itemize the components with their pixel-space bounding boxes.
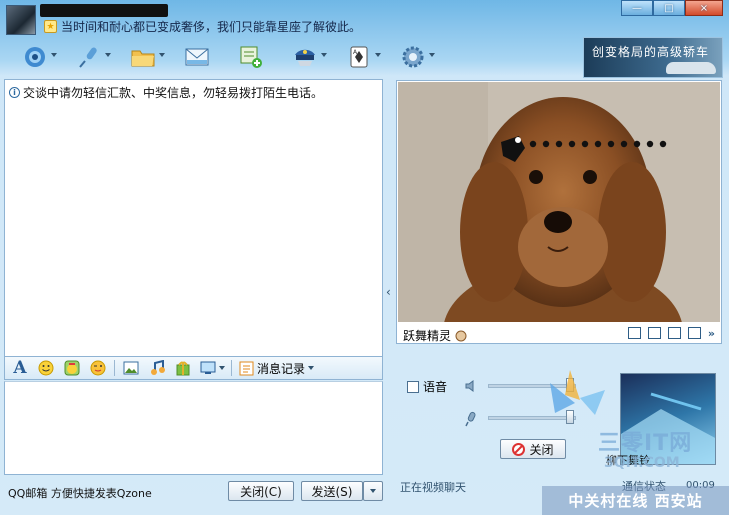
message-history-label: 消息记录: [257, 361, 306, 376]
chevron-down-icon[interactable]: [105, 53, 111, 57]
chevron-down-icon[interactable]: [308, 366, 315, 370]
music-note-icon: [151, 360, 165, 375]
effect-selector[interactable]: 跃舞精灵: [403, 327, 467, 344]
remote-video: [398, 82, 720, 322]
effect-label: 跃舞精灵: [403, 329, 452, 343]
more-icon[interactable]: »: [708, 327, 715, 340]
poodle-video-frame: [398, 82, 720, 322]
info-icon: i: [9, 87, 20, 98]
window-controls: — □ ×: [621, 0, 723, 16]
voice-chat-button[interactable]: [62, 40, 116, 74]
mail-icon: [184, 45, 210, 69]
video-actions: »: [627, 327, 715, 340]
message-input[interactable]: [4, 381, 383, 475]
wink-emoji-button[interactable]: [85, 358, 111, 378]
send-image-button[interactable]: [118, 358, 144, 378]
checkbox-box[interactable]: [407, 380, 419, 393]
fullscreen-icon[interactable]: [667, 327, 681, 339]
send-file-button[interactable]: [116, 40, 170, 74]
ad-banner[interactable]: 创变格局的高级轿车: [583, 37, 723, 78]
expand-icon[interactable]: [647, 327, 661, 339]
watermark-url: 3QIT.COM: [604, 455, 680, 471]
video-chat-button[interactable]: [8, 40, 62, 74]
message-history-button[interactable]: 消息记录: [239, 360, 315, 377]
screenshot-button[interactable]: [196, 358, 228, 378]
microphone-icon: [465, 411, 476, 427]
gift-icon: [176, 361, 190, 376]
stop-icon: [512, 442, 526, 456]
video-panel: 跃舞精灵 »: [396, 80, 722, 344]
chevron-down-icon[interactable]: [429, 53, 435, 57]
message-history-pane[interactable]: i 交谈中请勿轻信汇款、中奖信息，勿轻易拨打陌生电话。: [4, 79, 383, 357]
magic-face-icon: [64, 360, 80, 376]
voice-checkbox[interactable]: 语音: [407, 378, 447, 395]
signature-text: 当时间和耐心都已变成奢侈，我们只能靠星座了解彼此。: [61, 20, 362, 34]
send-options-button[interactable]: [363, 481, 383, 501]
sprite-icon: [455, 330, 467, 341]
chevron-down-icon[interactable]: [218, 366, 225, 370]
avatar[interactable]: [6, 5, 36, 35]
signature: ★ 当时间和耐心都已变成奢侈，我们只能靠星座了解彼此。: [44, 18, 361, 35]
car-image: [666, 62, 716, 74]
star-icon: ★: [44, 20, 57, 33]
screen-capture-icon: [200, 361, 215, 374]
playing-card-icon: A: [346, 45, 372, 69]
video-status: 正在视频聊天: [400, 481, 466, 494]
apps-button[interactable]: A: [332, 40, 386, 74]
create-group-button[interactable]: [224, 40, 278, 74]
chevron-down-icon[interactable]: [375, 53, 381, 57]
chevron-down-icon[interactable]: [159, 53, 165, 57]
contact-nickname-redacted: [40, 4, 168, 17]
close-video-button[interactable]: 关闭: [500, 439, 566, 459]
microphone-icon: [76, 45, 102, 69]
video-camera-icon: [22, 45, 48, 69]
history-icon: [239, 361, 254, 375]
emoji-button[interactable]: [33, 358, 59, 378]
toolbar-divider: [114, 360, 115, 376]
voice-label: 语音: [423, 380, 448, 394]
ad-text: 创变格局的高级轿车: [592, 45, 710, 59]
smiley-icon: [38, 360, 54, 376]
camera-snapshot-icon[interactable]: [687, 327, 701, 339]
gear-icon: [400, 45, 426, 69]
close-video-label: 关闭: [529, 442, 554, 457]
qzone-link[interactable]: QQ邮箱 方便快捷发表Qzone: [8, 485, 152, 501]
minimize-button[interactable]: —: [621, 0, 653, 16]
gift-button[interactable]: [170, 358, 196, 378]
magic-emoji-button[interactable]: [59, 358, 85, 378]
font-icon: A: [13, 358, 27, 378]
speaker-icon: [465, 380, 474, 392]
font-button[interactable]: A: [7, 358, 33, 378]
edit-icon[interactable]: [627, 327, 641, 339]
security-notice: i 交谈中请勿轻信汇款、中奖信息，勿轻易拨打陌生电话。: [9, 84, 323, 101]
music-button[interactable]: [144, 358, 170, 378]
chevron-down-icon: [370, 489, 376, 493]
watermark-brand: 三零IT网: [598, 431, 693, 456]
edit-toolbar: A 消息记录: [4, 357, 383, 380]
chevron-down-icon[interactable]: [51, 53, 57, 57]
image-icon: [123, 361, 139, 375]
police-cap-icon: [292, 45, 318, 69]
security-notice-text: 交谈中请勿轻信汇款、中奖信息，勿轻易拨打陌生电话。: [23, 86, 324, 100]
watermark-logo: [550, 370, 605, 415]
send-mail-button[interactable]: [170, 40, 224, 74]
chevron-down-icon[interactable]: [321, 53, 327, 57]
add-note-icon: [238, 45, 264, 69]
maximize-button[interactable]: □: [653, 0, 685, 16]
close-window-button[interactable]: ×: [685, 0, 723, 16]
folder-icon: [130, 45, 156, 69]
watermark-station: 中关村在线 西安站: [542, 486, 729, 515]
settings-button[interactable]: [386, 40, 440, 74]
close-button[interactable]: 关闭(C): [228, 481, 294, 501]
toolbar-divider: [231, 360, 232, 376]
collapse-panel-icon[interactable]: ‹: [386, 285, 391, 299]
wink-face-icon: [90, 360, 106, 376]
chat-window: ★ 当时间和耐心都已变成奢侈，我们只能靠星座了解彼此。 — □ × A 创变格局…: [0, 0, 729, 515]
remote-assist-button[interactable]: [278, 40, 332, 74]
toolbar: A: [8, 40, 440, 74]
send-button[interactable]: 发送(S): [301, 481, 363, 501]
